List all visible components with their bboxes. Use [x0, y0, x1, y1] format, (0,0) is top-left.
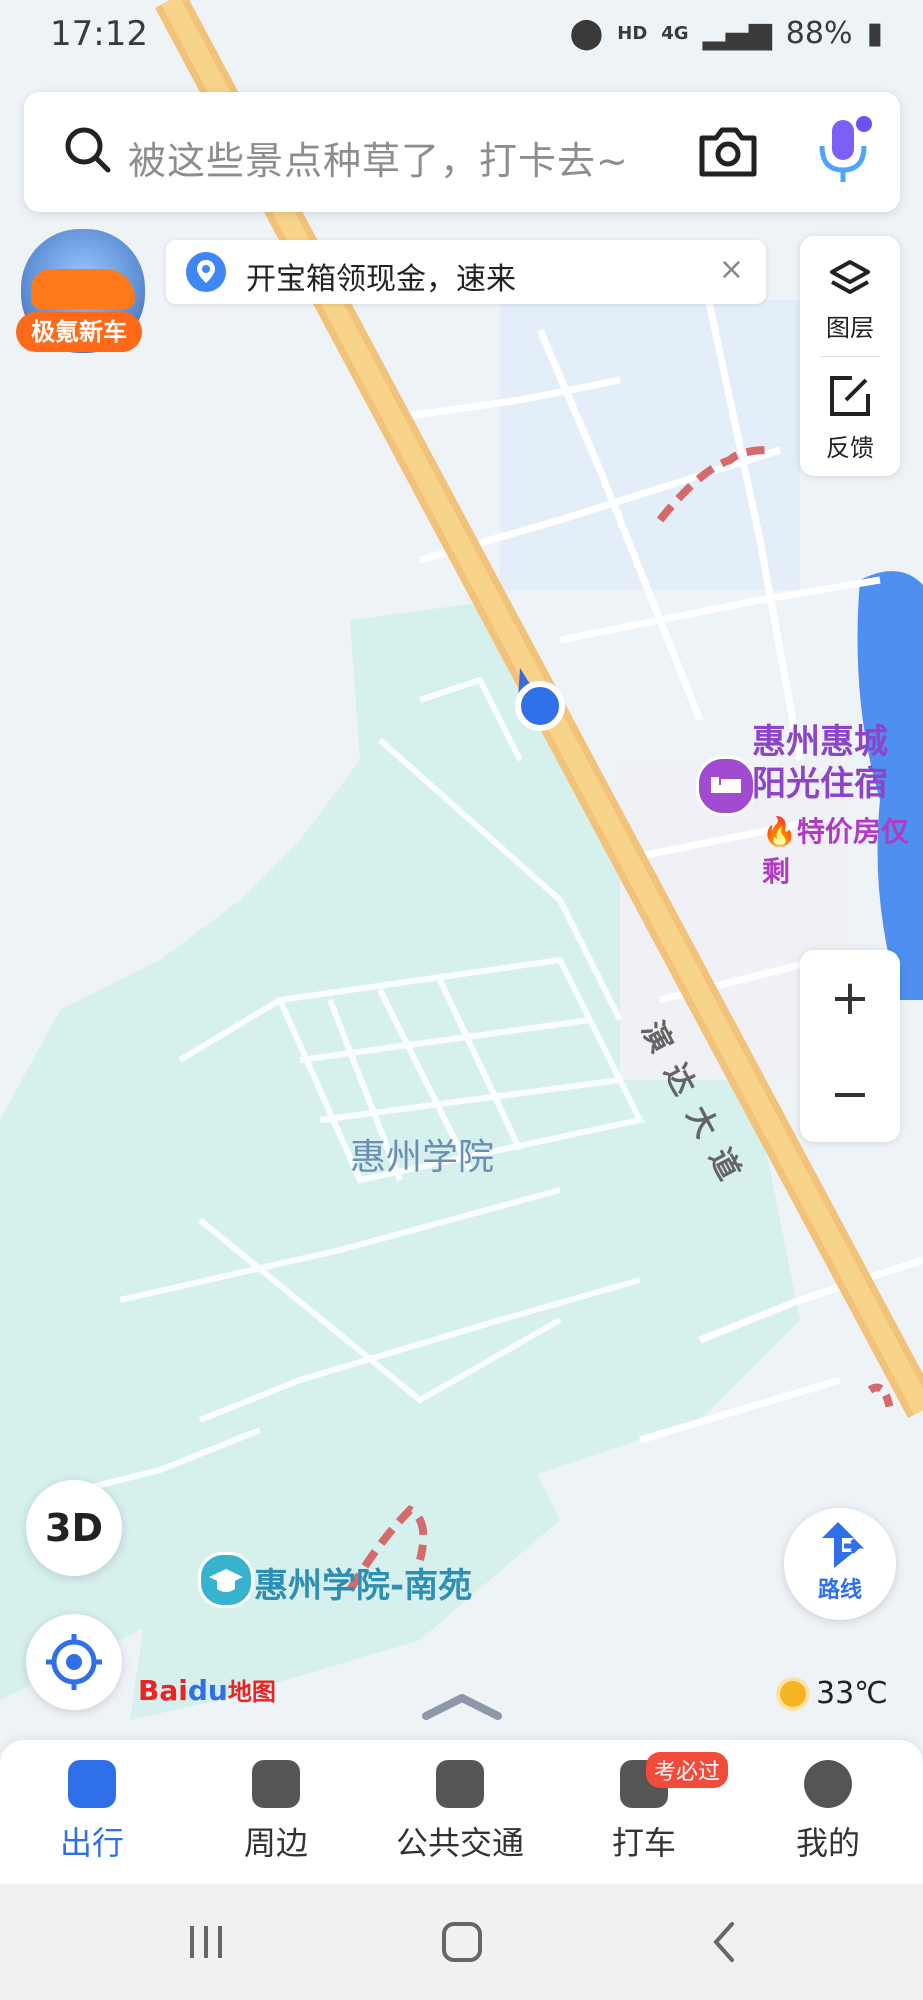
status-icons: ⬤ HD 4G ▂▄▆ 88% ▮ — [570, 16, 883, 51]
temperature: 33℃ — [816, 1676, 888, 1711]
school-poi-marker[interactable] — [198, 1552, 254, 1608]
notice-text: 开宝箱领现金，速来 — [246, 262, 516, 297]
tab-nearby-label: 周边 — [243, 1824, 308, 1862]
close-icon[interactable]: × — [719, 252, 744, 287]
back-icon[interactable] — [706, 1918, 742, 1966]
hotel-name-line2[interactable]: 阳光住宿 — [752, 756, 888, 805]
campus-south-label[interactable]: 惠州学院-南苑 — [254, 1558, 472, 1607]
tab-nearby[interactable]: 周边 — [184, 1760, 368, 1880]
camera-icon[interactable] — [696, 124, 760, 180]
feedback-button[interactable]: 反馈 — [800, 356, 900, 476]
signal-icon: ▂▄▆ — [702, 16, 772, 51]
bus-icon — [436, 1760, 484, 1808]
hotel-tag: 🔥特价房仅剩 — [762, 810, 923, 890]
hotel-poi-marker[interactable] — [696, 756, 756, 816]
zoom-control: + − — [800, 950, 900, 1142]
campus-label[interactable]: 惠州学院 — [350, 1128, 494, 1180]
bed-icon — [711, 777, 741, 793]
feedback-label: 反馈 — [826, 434, 874, 462]
sun-icon — [780, 1680, 806, 1707]
weather-widget[interactable]: 33℃ — [780, 1676, 888, 1711]
battery-level: 88% — [785, 16, 853, 51]
chevron-up-icon[interactable] — [420, 1690, 504, 1722]
fire-icon: 🔥 — [762, 815, 797, 848]
home-icon[interactable] — [440, 1920, 484, 1964]
tab-me[interactable]: 我的 — [736, 1760, 920, 1880]
status-time: 17:12 — [50, 14, 148, 54]
location-pin-icon — [186, 252, 226, 292]
recent-apps-icon[interactable] — [186, 1920, 226, 1964]
zoom-out-button[interactable]: − — [800, 1046, 900, 1142]
baidu-logo: Baidu地图 — [138, 1674, 276, 1707]
3d-toggle-button[interactable]: 3D — [26, 1480, 122, 1576]
car-image — [31, 269, 135, 309]
search-input[interactable]: 被这些景点种草了，打卡去~ — [128, 130, 629, 185]
location-icon: ⬤ — [569, 16, 604, 51]
route-button[interactable]: 路线 — [784, 1508, 896, 1620]
route-arrow-icon — [822, 1522, 865, 1568]
edit-icon — [830, 376, 870, 416]
graduation-cap-icon — [209, 1569, 243, 1592]
crosshair-icon — [46, 1634, 102, 1690]
tab-transit-label: 公共交通 — [395, 1824, 524, 1862]
tab-travel-label: 出行 — [59, 1824, 124, 1862]
network-indicator: 4G — [661, 23, 689, 44]
bottom-nav: 出行 周边 公共交通 打车 我的 — [0, 1740, 923, 1884]
map-tools-panel: 图层 反馈 — [800, 236, 900, 476]
layers-button[interactable]: 图层 — [800, 236, 900, 356]
tab-taxi-label: 打车 — [611, 1824, 676, 1862]
tab-me-label: 我的 — [795, 1824, 860, 1862]
layers-label: 图层 — [826, 314, 874, 342]
route-label: 路线 — [817, 1578, 862, 1603]
tab-travel[interactable]: 出行 — [0, 1760, 184, 1880]
zoom-in-button[interactable]: + — [800, 950, 900, 1046]
microphone-icon[interactable] — [814, 116, 874, 188]
layers-icon — [830, 260, 870, 294]
shopping-bag-icon — [252, 1760, 300, 1808]
status-bar: 17:12 ⬤ HD 4G ▂▄▆ 88% ▮ — [0, 0, 923, 70]
notice-banner[interactable]: 开宝箱领现金，速来 × — [166, 240, 766, 304]
search-bar[interactable]: 被这些景点种草了，打卡去~ — [24, 92, 900, 212]
profile-icon — [804, 1760, 852, 1808]
travel-icon — [68, 1760, 116, 1808]
tab-transit[interactable]: 公共交通 — [368, 1760, 552, 1880]
promo-label[interactable]: 极氪新车 — [16, 312, 142, 352]
hd-indicator: HD — [617, 23, 648, 44]
search-icon — [65, 127, 111, 173]
locate-button[interactable] — [26, 1614, 122, 1710]
taxi-badge: 考必过 — [646, 1752, 729, 1788]
system-nav-bar — [0, 1884, 923, 2000]
battery-icon: ▮ — [866, 16, 883, 51]
